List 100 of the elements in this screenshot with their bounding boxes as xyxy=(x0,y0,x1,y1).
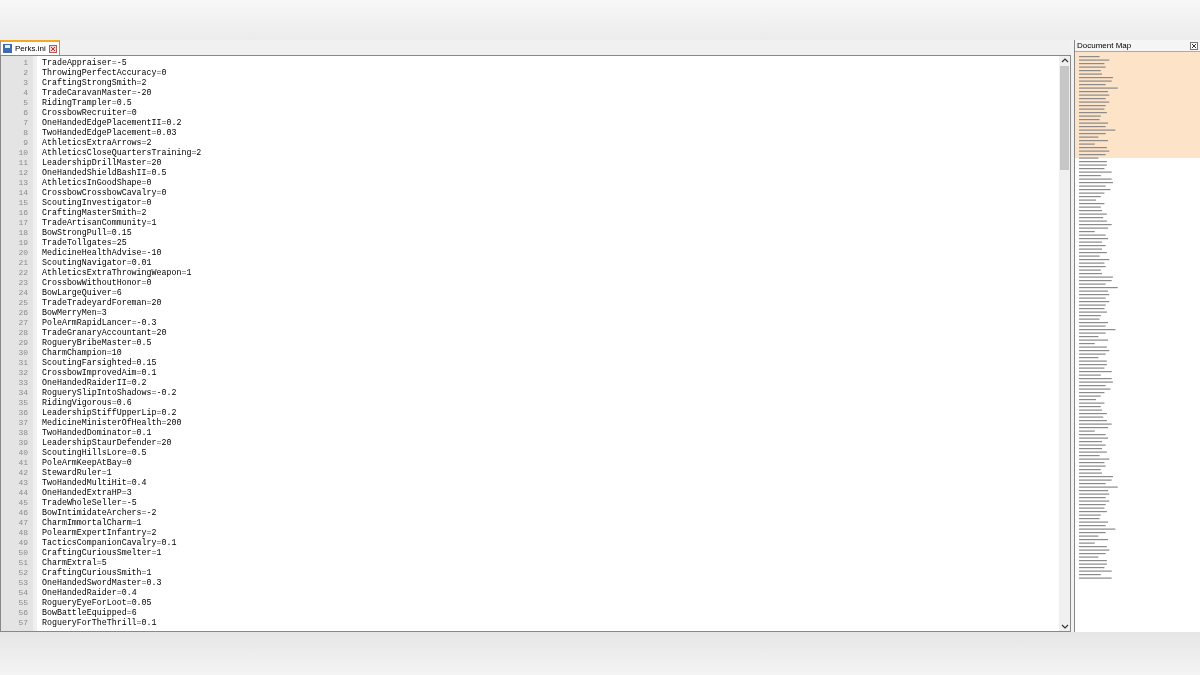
code-line: TwoHandedDominator=0.1 xyxy=(42,428,153,438)
code-line: TwoHandedMultiHit=0.4 xyxy=(42,478,148,488)
code-line: RoguerySlipIntoShadows=-0.2 xyxy=(42,388,178,398)
line-number: 2 xyxy=(22,68,29,78)
line-number: 26 xyxy=(17,308,29,318)
code-line: BowStrongPull=0.15 xyxy=(42,228,133,238)
code-line: ScoutingNavigator=0.01 xyxy=(42,258,153,268)
line-number: 32 xyxy=(17,368,29,378)
close-icon[interactable] xyxy=(1190,41,1198,50)
code-line: BowIntimidateArchers=-2 xyxy=(42,508,158,518)
code-line: RidingTrampler=0.5 xyxy=(42,98,133,108)
code-line: LeadershipStiffUpperLip=0.2 xyxy=(42,408,178,418)
code-line: AthleticsExtraArrows=2 xyxy=(42,138,153,148)
code-line: LeadershipDrillMaster=20 xyxy=(42,158,163,168)
code-line: RogueryBribeMaster=0.5 xyxy=(42,338,153,348)
close-icon[interactable] xyxy=(48,44,57,53)
scrollbar[interactable] xyxy=(1059,56,1070,631)
line-number: 20 xyxy=(17,248,29,258)
line-number: 18 xyxy=(17,228,29,238)
code-line: OneHandedShieldBashII=0.5 xyxy=(42,168,168,178)
code-line: BowMerryMen=3 xyxy=(42,308,108,318)
line-number: 17 xyxy=(17,218,29,228)
line-number: 46 xyxy=(17,508,29,518)
line-number: 29 xyxy=(17,338,29,348)
line-number: 45 xyxy=(17,498,29,508)
line-number: 12 xyxy=(17,168,29,178)
line-number: 35 xyxy=(17,398,29,408)
line-number: 8 xyxy=(22,128,29,138)
line-number: 24 xyxy=(17,288,29,298)
code-line: RidingVigorous=0.6 xyxy=(42,398,133,408)
line-number: 44 xyxy=(17,488,29,498)
code-line: OneHandedExtraHP=3 xyxy=(42,488,133,498)
code-line: TradeArtisanCommunity=1 xyxy=(42,218,158,228)
line-number: 57 xyxy=(17,618,29,628)
code-line: CrossbowImprovedAim=0.1 xyxy=(42,368,158,378)
code-line: LeadershipStaurDefender=20 xyxy=(42,438,173,448)
code-line: AthleticsExtraThrowingWeapon=1 xyxy=(42,268,193,278)
line-number: 3 xyxy=(22,78,29,88)
line-number: 53 xyxy=(17,578,29,588)
code-line: OneHandedRaiderII=0.2 xyxy=(42,378,148,388)
line-number: 36 xyxy=(17,408,29,418)
code-line: CraftingCuriousSmelter=1 xyxy=(42,548,163,558)
line-number: 47 xyxy=(17,518,29,528)
code-line: TacticsCompanionCavalry=0.1 xyxy=(42,538,178,548)
code-line: PolearmExpertInfantry=2 xyxy=(42,528,158,538)
code-line: CraftingCuriousSmith=1 xyxy=(42,568,153,578)
line-number: 7 xyxy=(22,118,29,128)
line-number: 19 xyxy=(17,238,29,248)
line-number: 22 xyxy=(17,268,29,278)
line-number: 42 xyxy=(17,468,29,478)
code-line: ScoutingHillsLore=0.5 xyxy=(42,448,148,458)
line-number: 23 xyxy=(17,278,29,288)
save-icon xyxy=(3,44,12,53)
line-number: 43 xyxy=(17,478,29,488)
code-line: MedicineMinisterOfHealth=200 xyxy=(42,418,183,428)
line-number: 25 xyxy=(17,298,29,308)
line-number: 9 xyxy=(22,138,29,148)
line-number: 27 xyxy=(17,318,29,328)
code-line: StewardRuler=1 xyxy=(42,468,113,478)
code-line: TradeGranaryAccountant=20 xyxy=(42,328,168,338)
code-line: CraftingStrongSmith=2 xyxy=(42,78,148,88)
code-line: CharmExtral=5 xyxy=(42,558,108,568)
code-line: CraftingMasterSmith=2 xyxy=(42,208,148,218)
scroll-thumb[interactable] xyxy=(1060,66,1069,170)
code-line: RogueryForTheThrill=0.1 xyxy=(42,618,158,628)
line-number: 16 xyxy=(17,208,29,218)
code-line: TradeCaravanMaster=-20 xyxy=(42,88,153,98)
line-number: 10 xyxy=(17,148,29,158)
code-line: PoleArmRapidLancer=-0.3 xyxy=(42,318,158,328)
code-line: TradeTradeyardForeman=20 xyxy=(42,298,163,308)
line-number: 37 xyxy=(17,418,29,428)
code-line: PoleArmKeepAtBay=0 xyxy=(42,458,133,468)
code-line: ScoutingFarsighted=0.15 xyxy=(42,358,158,368)
line-number: 1 xyxy=(22,58,29,68)
line-number: 56 xyxy=(17,608,29,618)
code-line: CrossbowCrossbowCavalry=0 xyxy=(42,188,168,198)
line-number: 11 xyxy=(17,158,29,168)
code-line: CrossbowWithoutHonor=0 xyxy=(42,278,153,288)
line-number: 15 xyxy=(17,198,29,208)
line-number: 54 xyxy=(17,588,29,598)
line-number: 49 xyxy=(17,538,29,548)
code-line: CharmImmortalCharm=1 xyxy=(42,518,143,528)
line-number: 50 xyxy=(17,548,29,558)
line-number: 28 xyxy=(17,328,29,338)
code-line: OneHandedEdgePlacementII=0.2 xyxy=(42,118,183,128)
code-line: TradeTollgates=25 xyxy=(42,238,128,248)
line-number: 52 xyxy=(17,568,29,578)
line-number: 13 xyxy=(17,178,29,188)
line-number: 31 xyxy=(17,358,29,368)
code-line: OneHandedSwordMaster=0.3 xyxy=(42,578,163,588)
code-line: TwoHandedEdgePlacement=0.03 xyxy=(42,128,178,138)
panel-title: Document Map xyxy=(1077,41,1132,50)
line-number: 4 xyxy=(22,88,29,98)
code-line: ThrowingPerfectAccuracy=0 xyxy=(42,68,168,78)
code-line: AthleticsCloseQuartersTraining=2 xyxy=(42,148,203,158)
line-number: 48 xyxy=(17,528,29,538)
line-number: 14 xyxy=(17,188,29,198)
code-line: CrossbowRecruiter=0 xyxy=(42,108,138,118)
file-tab[interactable]: Perks.ini xyxy=(0,40,60,55)
code-line: BowBattleEquipped=6 xyxy=(42,608,138,618)
